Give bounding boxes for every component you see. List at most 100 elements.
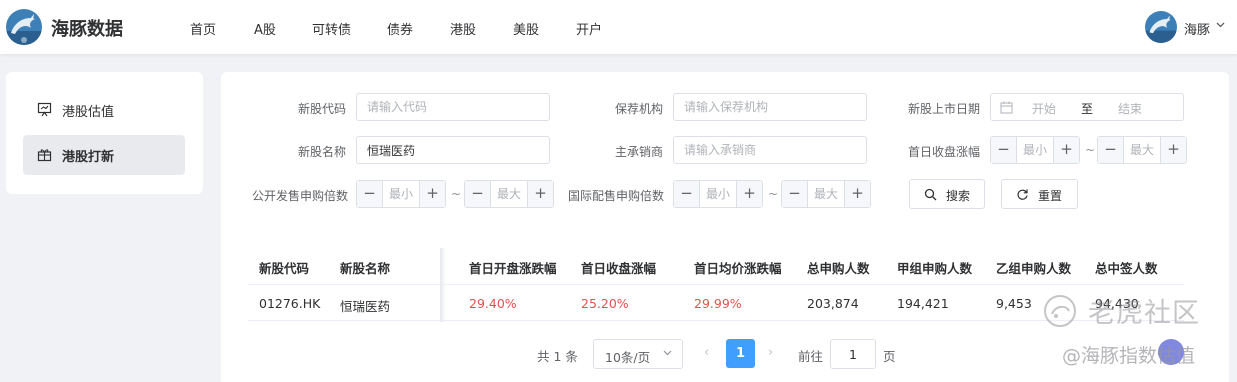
goto-label: 前往 [798, 349, 824, 364]
underwriter-label: 主承销商 [615, 145, 664, 159]
plus-icon[interactable]: + [1053, 137, 1079, 163]
date-range-separator: 至 [1081, 102, 1094, 116]
table-cell: 194,421 [897, 296, 949, 311]
stepper-placeholder[interactable]: 最小 [383, 181, 419, 207]
page-unit-label: 页 [883, 349, 896, 364]
stepper-placeholder[interactable]: 最大 [491, 181, 527, 207]
plus-icon[interactable]: + [419, 181, 445, 207]
watermark-author: @海豚指数估值 [1062, 345, 1196, 367]
search-button[interactable]: 搜索 [909, 179, 985, 209]
column-header[interactable]: 总中签人数 [1095, 258, 1158, 277]
table-cell: 29.40% [469, 296, 517, 311]
code-label: 新股代码 [298, 102, 347, 116]
range-tilde: ~ [451, 187, 462, 201]
pagination-total: 共 1 条 [537, 349, 578, 364]
nav-bonds[interactable]: 债券 [387, 19, 413, 38]
sponsor-input[interactable] [673, 93, 867, 121]
column-header[interactable]: 首日收盘涨幅 [581, 258, 656, 277]
sidebar-item-label: 港股估值 [62, 105, 115, 120]
column-header[interactable]: 甲组申购人数 [897, 258, 972, 277]
intl-oversub-min-stepper[interactable]: − 最小 + [673, 180, 763, 208]
sponsor-label: 保荐机构 [615, 102, 664, 116]
search-button-label: 搜索 [946, 189, 971, 203]
page-size-select[interactable]: 10条/页 [593, 339, 683, 369]
underwriter-input[interactable] [673, 136, 867, 164]
page-size-value: 10条/页 [605, 350, 651, 365]
public-oversub-max-stepper[interactable]: − 最大 + [464, 180, 554, 208]
name-label: 新股名称 [298, 145, 347, 159]
column-header[interactable]: 新股名称 [340, 258, 390, 277]
user-name[interactable]: 海豚 [1184, 19, 1210, 38]
first-close-min-stepper[interactable]: − 最小 + [990, 136, 1080, 164]
chevron-down-icon [662, 347, 673, 361]
intl-oversub-label: 国际配售申购倍数 [568, 189, 665, 203]
nav-open-account[interactable]: 开户 [576, 19, 602, 38]
column-header[interactable]: 首日开盘涨跌幅 [469, 258, 557, 277]
column-header[interactable]: 新股代码 [259, 258, 309, 277]
stepper-placeholder[interactable]: 最小 [700, 181, 736, 207]
minus-icon[interactable]: − [782, 181, 808, 207]
minus-icon[interactable]: − [465, 181, 491, 207]
gift-icon [37, 147, 52, 162]
brand-title[interactable]: 海豚数据 [51, 15, 123, 41]
intl-oversub-max-stepper[interactable]: − 最大 + [781, 180, 871, 208]
nav-convertible-bonds[interactable]: 可转债 [312, 19, 351, 38]
table-cell: 01276.HK [259, 296, 321, 311]
calendar-icon [1000, 101, 1013, 114]
end-date-placeholder[interactable]: 结束 [1118, 100, 1142, 117]
tiger-community-logo-icon [1042, 293, 1078, 329]
nav-a-shares[interactable]: A股 [254, 19, 276, 38]
sidebar-item-label: 港股打新 [62, 150, 115, 165]
prev-page-button[interactable]: ‹ [704, 345, 709, 360]
plus-icon[interactable]: + [844, 181, 870, 207]
page-number-current[interactable]: 1 [726, 339, 755, 368]
nav-home[interactable]: 首页 [190, 19, 216, 38]
stepper-placeholder[interactable]: 最大 [808, 181, 844, 207]
listing-date-range-picker[interactable]: 开始 至 结束 [990, 93, 1184, 121]
table-cell: 9,453 [996, 296, 1032, 311]
plus-icon[interactable]: + [1160, 137, 1186, 163]
public-oversub-label: 公开发售申购倍数 [252, 189, 349, 203]
minus-icon[interactable]: − [1098, 137, 1124, 163]
refresh-icon [1016, 188, 1029, 201]
code-input[interactable] [356, 93, 550, 121]
public-oversub-min-stepper[interactable]: − 最小 + [356, 180, 446, 208]
reset-button-label: 重置 [1038, 189, 1063, 203]
chart-board-icon [37, 102, 52, 117]
next-page-button[interactable]: › [768, 345, 773, 360]
sidebar-item-hk-valuation[interactable]: 港股估值 [23, 90, 185, 130]
stepper-placeholder[interactable]: 最小 [1017, 137, 1053, 163]
plus-icon[interactable]: + [527, 181, 553, 207]
sidebar: 港股估值 港股打新 [6, 72, 203, 194]
minus-icon[interactable]: − [674, 181, 700, 207]
column-header[interactable]: 乙组申购人数 [996, 258, 1071, 277]
nav-us-stocks[interactable]: 美股 [513, 19, 539, 38]
fixed-column-shadow [440, 248, 446, 322]
reset-button[interactable]: 重置 [1001, 179, 1078, 209]
listing-date-label: 新股上市日期 [908, 102, 981, 116]
plus-icon[interactable]: + [736, 181, 762, 207]
nav-hk-stocks[interactable]: 港股 [450, 19, 476, 38]
stepper-placeholder[interactable]: 最大 [1124, 137, 1160, 163]
dolphin-logo-icon[interactable] [6, 9, 42, 45]
table-cell: 29.99% [694, 296, 742, 311]
range-tilde: ~ [1085, 143, 1096, 157]
first-close-change-label: 首日收盘涨幅 [908, 145, 981, 159]
table-cell: 25.20% [581, 296, 629, 311]
range-tilde: ~ [768, 187, 779, 201]
table-header-divider [248, 284, 1184, 285]
goto-page-input[interactable] [830, 339, 876, 369]
top-navbar: 海豚数据 首页 A股 可转债 债券 港股 美股 开户 海豚 [0, 0, 1237, 54]
sidebar-item-hk-ipo[interactable]: 港股打新 [23, 135, 185, 175]
column-header[interactable]: 总申购人数 [807, 258, 870, 277]
column-header[interactable]: 首日均价涨跌幅 [694, 258, 782, 277]
table-cell: 203,874 [807, 296, 859, 311]
avatar[interactable] [1145, 11, 1177, 43]
table-cell: 恒瑞医药 [340, 299, 391, 314]
minus-icon[interactable]: − [357, 181, 383, 207]
minus-icon[interactable]: − [991, 137, 1017, 163]
first-close-max-stepper[interactable]: − 最大 + [1097, 136, 1187, 164]
start-date-placeholder[interactable]: 开始 [1032, 100, 1056, 117]
name-input[interactable] [356, 136, 550, 164]
chevron-down-icon[interactable] [1215, 19, 1226, 33]
